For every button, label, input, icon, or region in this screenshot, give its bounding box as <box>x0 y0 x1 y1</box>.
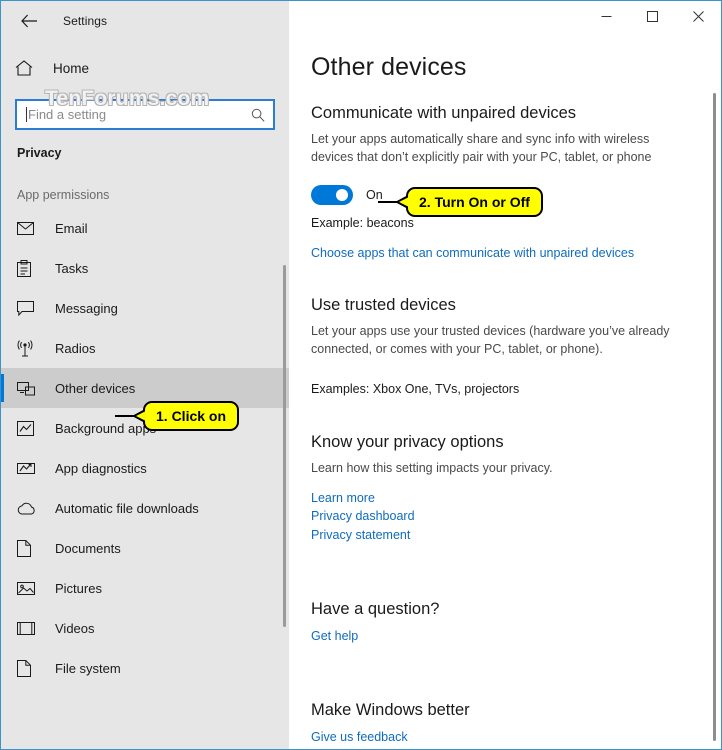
page-title: Other devices <box>311 53 467 81</box>
privacy-links-list: Learn more Privacy dashboard Privacy state… <box>311 489 691 543</box>
privacy-options-description: Learn how this setting impacts your priv… <box>311 460 553 475</box>
sidebar-home-label: Home <box>53 60 90 76</box>
sidebar-item-email[interactable]: Email <box>1 208 289 248</box>
sidebar-item-label: Tasks <box>55 260 89 276</box>
chart-window-icon <box>17 420 43 436</box>
sidebar-nav-list: Email Tasks Messaging Radios Other devices Ba… <box>1 208 289 688</box>
window-controls <box>289 1 721 41</box>
get-help-link[interactable]: Get help <box>311 629 358 643</box>
picture-icon <box>17 581 43 596</box>
sidebar-item-home[interactable]: Home <box>1 49 289 87</box>
content-scrollbar[interactable] <box>712 93 718 741</box>
privacy-link-privacy-dashboard[interactable]: Privacy dashboard <box>311 507 691 525</box>
privacy-link-learn-more[interactable]: Learn more <box>311 489 691 507</box>
sidebar-item-tasks[interactable]: Tasks <box>1 248 289 288</box>
sidebar-item-label: Messaging <box>55 300 118 316</box>
sidebar: Home Find a setting TenForums.com Privac… <box>1 41 289 749</box>
sidebar-item-label: Email <box>55 220 88 236</box>
sidebar-scrollbar-thumb[interactable] <box>283 265 286 628</box>
sidebar-item-label: Other devices <box>55 380 136 396</box>
radio-tower-icon <box>17 339 43 357</box>
trusted-examples: Examples: Xbox One, TVs, projectors <box>311 381 520 396</box>
settings-window: Settings Home Find a setting TenForums.c… <box>0 0 722 750</box>
feedback-heading: Make Windows better <box>311 700 470 719</box>
search-input[interactable]: Find a setting <box>15 99 275 130</box>
callout-tail <box>132 409 146 424</box>
video-icon <box>17 621 43 635</box>
sidebar-item-pictures[interactable]: Pictures <box>1 568 289 608</box>
diagnostics-icon <box>17 461 43 476</box>
toggle-knob <box>336 188 348 201</box>
sidebar-item-label: Videos <box>55 620 95 636</box>
clipboard-icon <box>17 259 43 277</box>
content-inner: Other devices Communicate with unpaired … <box>289 41 721 746</box>
callout-click-on-text: 1. Click on <box>156 408 227 424</box>
window-title: Settings <box>63 14 108 28</box>
sidebar-item-label: Pictures <box>55 580 102 596</box>
back-button[interactable] <box>7 5 51 37</box>
sidebar-item-other-devices[interactable]: Other devices <box>1 368 289 408</box>
search-icon[interactable] <box>249 108 267 122</box>
document-icon <box>17 659 43 677</box>
sidebar-group-label: App permissions <box>17 188 110 202</box>
content-scrollbar-thumb[interactable] <box>713 93 716 741</box>
sidebar-item-file-system[interactable]: File system <box>1 648 289 688</box>
envelope-icon <box>17 221 43 235</box>
sidebar-item-label: App diagnostics <box>55 460 147 476</box>
choose-apps-link[interactable]: Choose apps that can communicate with un… <box>311 246 634 260</box>
text-caret <box>26 107 27 122</box>
window-body: Home Find a setting TenForums.com Privac… <box>1 41 721 749</box>
callout-turn-on-off-text: 2. Turn On or Off <box>419 194 530 210</box>
home-icon <box>15 60 47 76</box>
search-placeholder: Find a setting <box>28 107 107 122</box>
back-arrow-icon <box>20 14 37 28</box>
minimize-icon <box>601 15 611 17</box>
sidebar-item-label: File system <box>55 660 121 676</box>
sidebar-scrollbar[interactable] <box>283 81 287 739</box>
trusted-description: Let your apps use your trusted devices (… <box>311 324 670 356</box>
callout-turn-on-off: 2. Turn On or Off <box>378 187 543 218</box>
close-button[interactable] <box>675 1 721 31</box>
sidebar-item-documents[interactable]: Documents <box>1 528 289 568</box>
sidebar-item-radios[interactable]: Radios <box>1 328 289 368</box>
title-bar-left: Settings <box>1 1 289 41</box>
sidebar-item-messaging[interactable]: Messaging <box>1 288 289 328</box>
give-feedback-link[interactable]: Give us feedback <box>311 730 408 744</box>
search-area: Find a setting <box>15 99 275 130</box>
maximize-icon <box>646 10 658 22</box>
minimize-button[interactable] <box>583 1 629 31</box>
devices-icon <box>17 381 43 396</box>
sidebar-item-label: Automatic file downloads <box>55 500 199 516</box>
privacy-link-privacy-statement[interactable]: Privacy statement <box>311 526 691 544</box>
callout-tail <box>395 195 409 210</box>
close-icon <box>692 10 704 22</box>
question-heading: Have a question? <box>311 599 440 618</box>
sidebar-item-label: Radios <box>55 340 96 356</box>
communicate-toggle[interactable] <box>311 184 353 205</box>
sidebar-item-videos[interactable]: Videos <box>1 608 289 648</box>
speech-bubble-icon <box>17 300 43 316</box>
communicate-example: Example: beacons <box>311 215 414 230</box>
sidebar-item-automatic-file-downloads[interactable]: Automatic file downloads <box>1 488 289 528</box>
document-icon <box>17 539 43 557</box>
trusted-heading: Use trusted devices <box>311 296 456 315</box>
communicate-description: Let your apps automatically share and sy… <box>311 132 652 164</box>
maximize-button[interactable] <box>629 1 675 31</box>
title-bar: Settings <box>1 1 721 41</box>
sidebar-item-app-diagnostics[interactable]: App diagnostics <box>1 448 289 488</box>
communicate-toggle-state: On <box>366 187 383 202</box>
sidebar-item-label: Documents <box>55 540 121 556</box>
cloud-icon <box>17 502 43 515</box>
communicate-heading: Communicate with unpaired devices <box>311 104 577 122</box>
callout-click-on: 1. Click on <box>115 401 240 432</box>
sidebar-category-title: Privacy <box>17 146 62 160</box>
privacy-options-heading: Know your privacy options <box>311 432 504 451</box>
content-pane: Other devices Communicate with unpaired … <box>289 41 721 749</box>
